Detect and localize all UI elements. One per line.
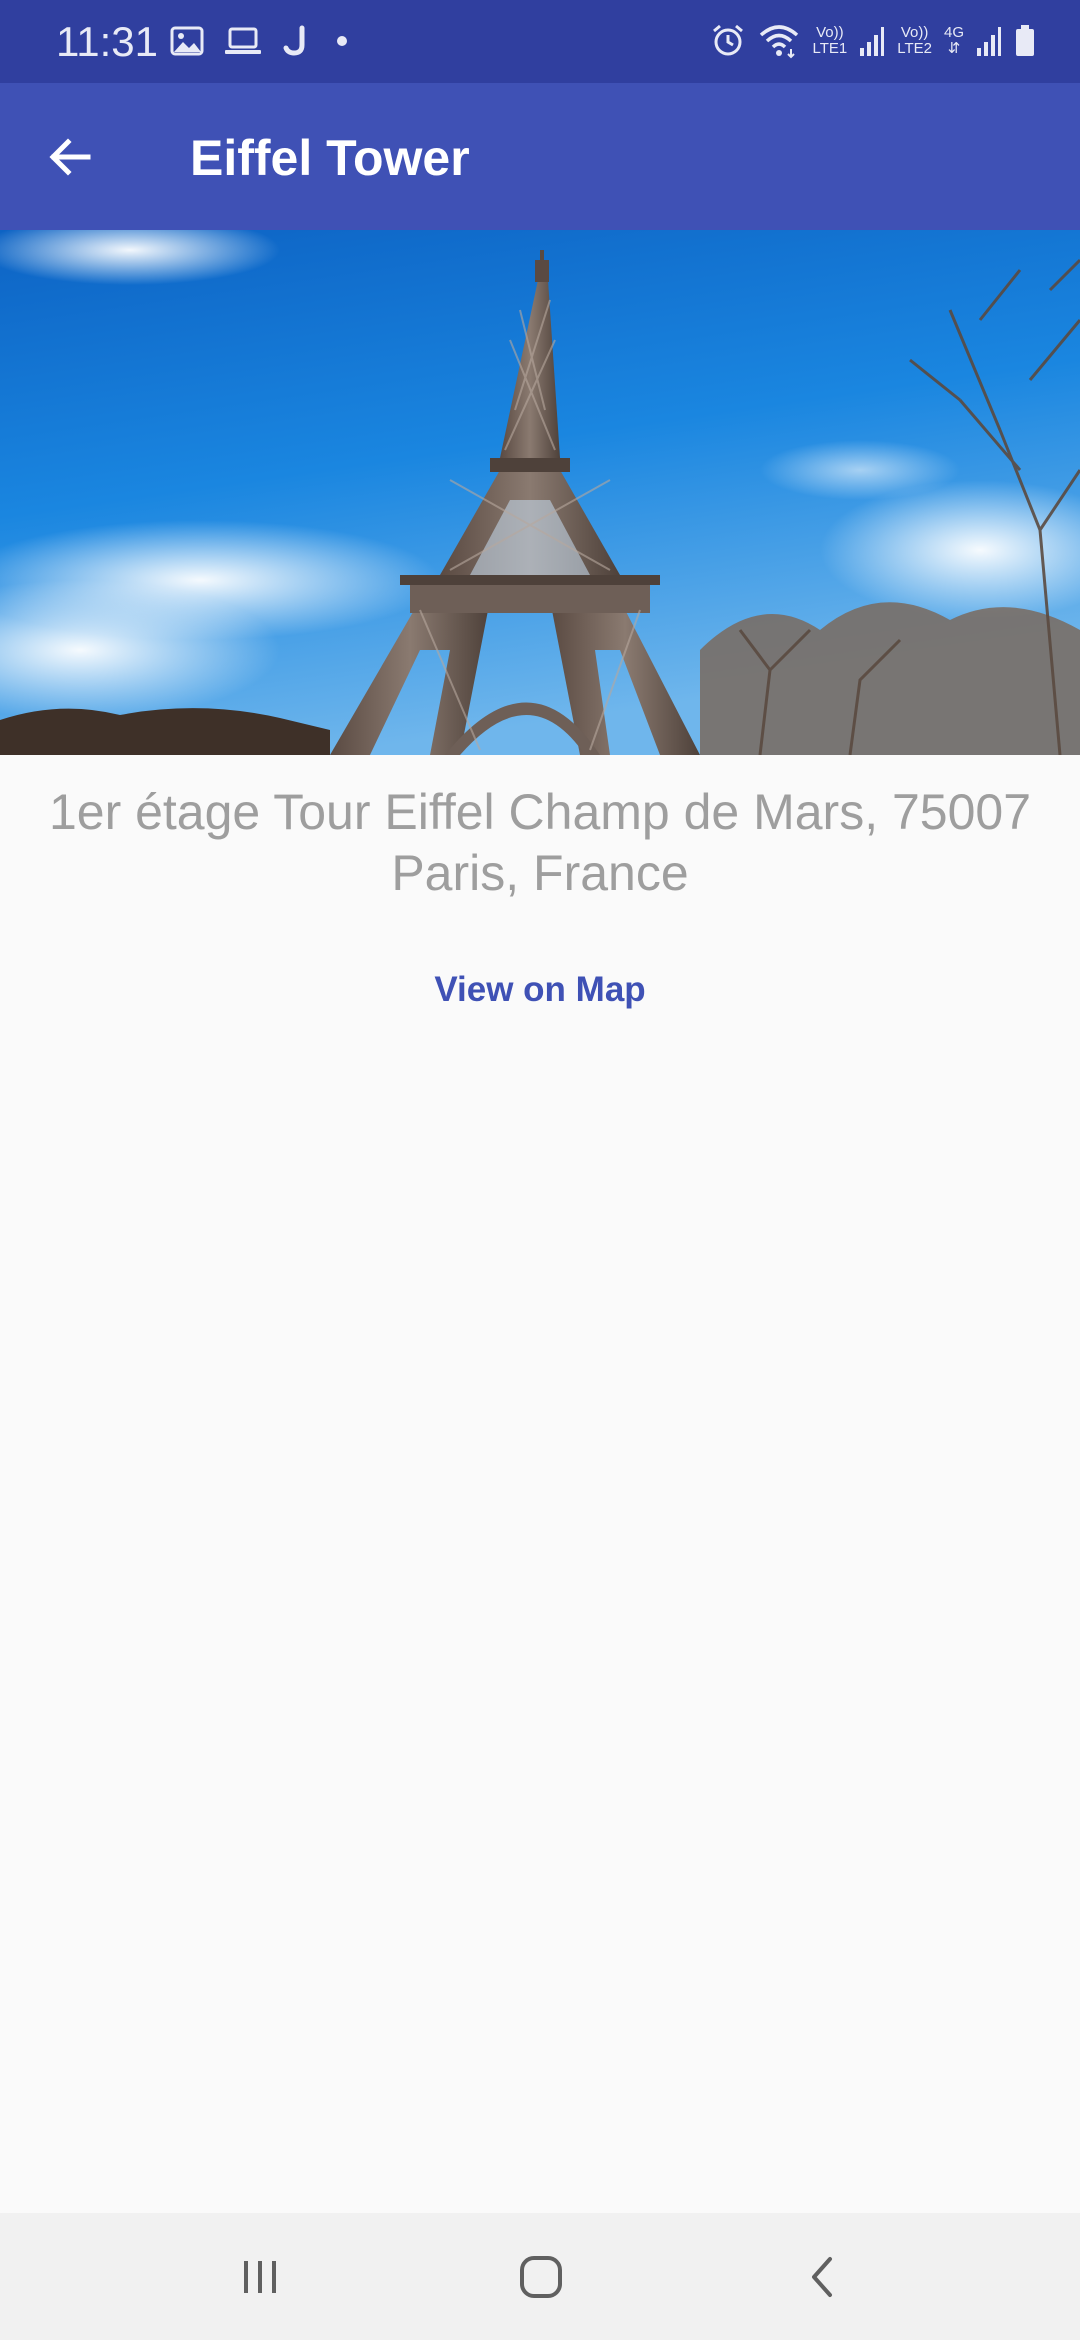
- nav-bar: [0, 2213, 1080, 2340]
- status-time: 11:31: [56, 18, 158, 65]
- arrow-left-icon: [49, 138, 91, 176]
- page-title: Eiffel Tower: [190, 130, 470, 186]
- view-on-map-button[interactable]: View on Map: [390, 962, 690, 1018]
- laptop-icon: [224, 26, 262, 56]
- lte2-top: Vo)): [900, 24, 929, 41]
- eiffel-tower-photo: [0, 230, 1080, 755]
- gallery-icon: [170, 26, 204, 56]
- status-bar: 11:31 Vo)) LTE1 Vo)) LTE2 4G ⇵: [0, 0, 1080, 83]
- hero-image: [0, 230, 1080, 755]
- status-left-icons: [170, 20, 354, 62]
- signal-lte1-icon: [859, 24, 885, 58]
- back-button[interactable]: [42, 129, 98, 185]
- recents-icon: [244, 2260, 276, 2293]
- wifi-icon: [758, 23, 800, 59]
- lte1-top: Vo)): [816, 24, 844, 41]
- lte2-label: Vo)) LTE2: [897, 25, 932, 57]
- battery-icon: [1014, 24, 1036, 58]
- recents-button[interactable]: [160, 2213, 360, 2340]
- screen: 11:31 Vo)) LTE1 Vo)) LTE2 4G ⇵ Eiffel To…: [0, 0, 1080, 2340]
- status-right-icons: Vo)) LTE1 Vo)) LTE2 4G ⇵: [710, 18, 1036, 64]
- alarm-icon: [710, 23, 746, 59]
- data-arrows-icon: ⇵: [947, 40, 961, 57]
- nav-back-button[interactable]: [722, 2213, 922, 2340]
- app-bar: Eiffel Tower: [0, 83, 1080, 230]
- address-text: 1er étage Tour Eiffel Champ de Mars, 750…: [48, 784, 1032, 901]
- j-app-icon: [282, 25, 310, 57]
- back-icon: [812, 2256, 832, 2297]
- signal-lte2-icon: [976, 24, 1002, 58]
- home-icon: [520, 2255, 562, 2298]
- lte1-bottom: LTE1: [812, 40, 848, 57]
- home-button[interactable]: [441, 2213, 641, 2340]
- lte1-label: Vo)) LTE1: [812, 25, 847, 57]
- lte2-bottom: LTE2: [897, 40, 932, 57]
- dot-icon: [330, 26, 354, 56]
- network-type-label: 4G ⇵: [944, 25, 964, 57]
- network-type: 4G: [943, 24, 964, 41]
